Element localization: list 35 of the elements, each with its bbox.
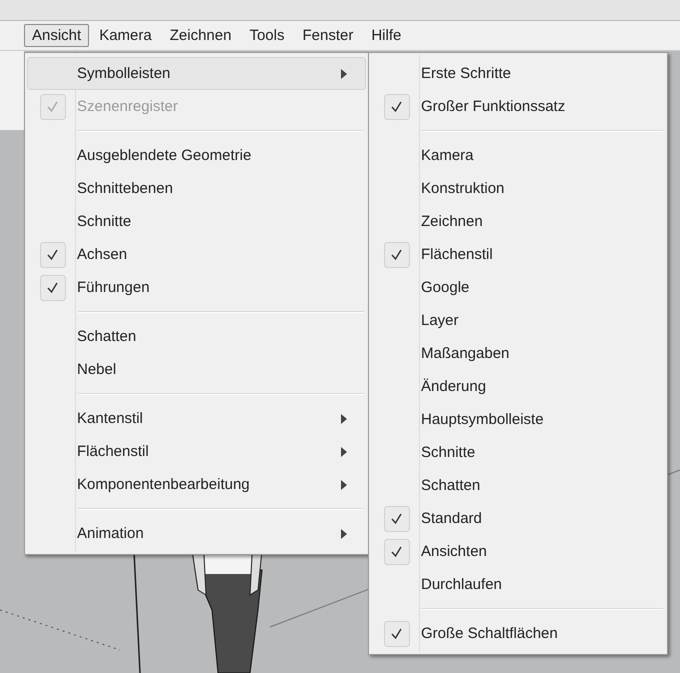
menu-bar-item[interactable]: Hilfe bbox=[363, 24, 410, 47]
menu-item[interactable]: Schatten bbox=[371, 469, 665, 502]
menu-item[interactable]: Erste Schritte bbox=[371, 57, 665, 90]
menu-item[interactable]: Konstruktion bbox=[371, 172, 665, 205]
menu-item[interactable]: Durchlaufen bbox=[371, 568, 665, 601]
menu-item[interactable]: Schatten bbox=[27, 320, 366, 353]
menu-item[interactable]: Komponentenbearbeitung bbox=[27, 468, 366, 501]
menu-item[interactable]: Schnittebenen bbox=[27, 172, 366, 205]
menu-item[interactable]: Animation bbox=[27, 517, 366, 550]
menu-item[interactable]: Ausgeblendete Geometrie bbox=[27, 139, 366, 172]
menu-item[interactable]: Standard bbox=[371, 502, 665, 535]
menu-item[interactable]: Änderung bbox=[371, 370, 665, 403]
menu-item[interactable]: Hauptsymbolleiste bbox=[371, 403, 665, 436]
menu-item[interactable]: Flächenstil bbox=[27, 435, 366, 468]
menu-bar-item[interactable]: Tools bbox=[241, 24, 292, 47]
menu-item[interactable]: Schnitte bbox=[371, 436, 665, 469]
menu-item[interactable]: Schnitte bbox=[27, 205, 366, 238]
menu-item[interactable]: Ansichten bbox=[371, 535, 665, 568]
menu-item[interactable]: Maßangaben bbox=[371, 337, 665, 370]
menu-item[interactable]: Achsen bbox=[27, 238, 366, 271]
menu-bar-item[interactable]: Fenster bbox=[294, 24, 362, 47]
menu-item[interactable]: Kamera bbox=[371, 139, 665, 172]
menu-item[interactable]: Führungen bbox=[27, 271, 366, 304]
menu-bar-item[interactable]: Zeichnen bbox=[162, 24, 240, 47]
menu-bar-item[interactable]: Ansicht bbox=[24, 24, 90, 47]
menu-item[interactable]: Symbolleisten bbox=[27, 57, 366, 90]
menu-item[interactable]: Zeichnen bbox=[371, 205, 665, 238]
menu-item[interactable]: Flächenstil bbox=[371, 238, 665, 271]
menu-item[interactable]: Kantenstil bbox=[27, 402, 366, 435]
menu-item[interactable]: Layer bbox=[371, 304, 665, 337]
menu-item[interactable]: Nebel bbox=[27, 353, 366, 386]
menu-item[interactable]: Google bbox=[371, 271, 665, 304]
menu-item[interactable]: Große Schaltflächen bbox=[371, 617, 665, 650]
menu-bar-item[interactable]: Kamera bbox=[91, 24, 160, 47]
menu-item[interactable]: Großer Funktionssatz bbox=[371, 90, 665, 123]
